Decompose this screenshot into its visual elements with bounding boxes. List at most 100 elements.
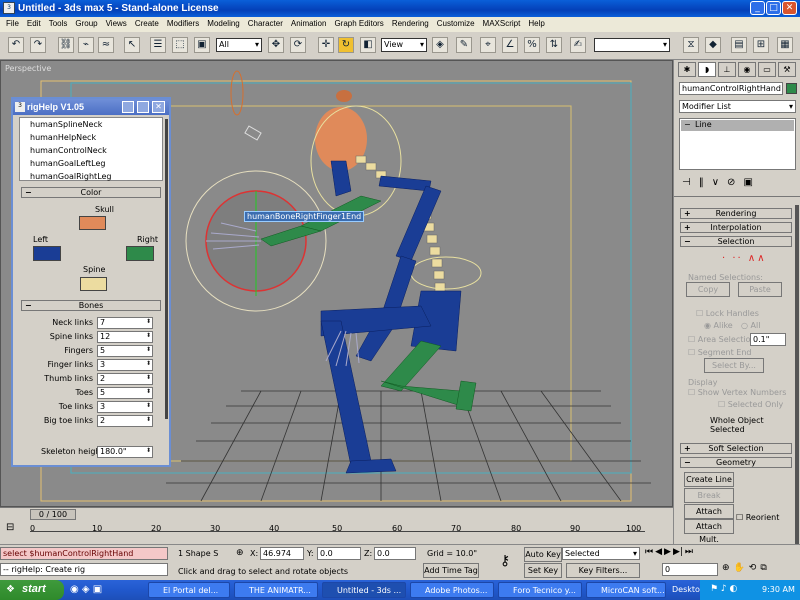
key-filters-button[interactable]: Key Filters... [566, 563, 640, 578]
reorient-checkbox[interactable]: ☐ Reorient [736, 513, 779, 522]
toes-spinner[interactable]: 5 ⬍ [97, 387, 153, 399]
select-rotate-icon[interactable]: ⟳ [290, 37, 306, 53]
thumb-links-spinner[interactable]: 2 ⬍ [97, 373, 153, 385]
menu-character[interactable]: Character [244, 17, 287, 32]
timeline-toggle-icon[interactable]: ⊟ [6, 522, 20, 536]
add-time-tag-button[interactable]: Add Time Tag [423, 563, 479, 578]
lock-selection-icon[interactable]: ⊕ [236, 548, 244, 558]
menu-group[interactable]: Group [71, 17, 101, 32]
copy-button[interactable]: Copy [686, 282, 730, 297]
select-object-icon[interactable]: ↖ [124, 37, 140, 53]
command-panel-scrollbar[interactable] [795, 205, 799, 545]
quick-launch-icons[interactable]: ◉ ◈ ▣ [70, 584, 102, 595]
subobject-icons[interactable]: · ·· ∧∧ [722, 253, 767, 264]
current-frame-field[interactable]: 0 [662, 563, 718, 576]
neck-links-spinner[interactable]: 7 ⬍ [97, 317, 153, 329]
taskbar-item[interactable]: THE ANIMATR... [234, 582, 318, 598]
play-icon[interactable]: ▶ [664, 547, 671, 561]
toe-links-spinner[interactable]: 3 ⬍ [97, 401, 153, 413]
bind-space-warp-icon[interactable]: ≈ [98, 37, 114, 53]
taskbar-item[interactable]: Foro Tecnico y... [498, 582, 582, 598]
next-frame-icon[interactable]: ▶| [673, 547, 683, 561]
alike-radio[interactable]: ◉ Alike [704, 321, 733, 330]
soft-selection-rollout-header[interactable]: + Soft Selection [680, 443, 792, 454]
taskbar-item[interactable]: El Portal del... [148, 582, 230, 598]
show-vertex-numbers-checkbox[interactable]: ☐ Show Vertex Numbers [688, 388, 786, 397]
menu-tools[interactable]: Tools [45, 17, 72, 32]
percent-snap-icon[interactable]: % [524, 37, 540, 53]
attach-mult-button[interactable]: Attach Mult. [684, 519, 734, 544]
move-icon[interactable]: ✛ [318, 37, 334, 53]
object-color-swatch[interactable] [786, 83, 797, 94]
named-selection-icon[interactable]: ✍ [570, 37, 586, 53]
menu-customize[interactable]: Customize [433, 17, 479, 32]
show-end-result-icon[interactable]: ‖ [699, 177, 704, 191]
list-item[interactable]: humanSplineNeck [30, 120, 102, 129]
maxscript-listener-line1[interactable]: select $humanControlRightHand [0, 547, 168, 560]
menu-maxscript[interactable]: MAXScript [479, 17, 525, 32]
pin-stack-icon[interactable]: ⊣ [682, 177, 691, 191]
interpolation-rollout-header[interactable]: + Interpolation [680, 222, 792, 233]
skull-color-swatch[interactable] [79, 216, 106, 230]
key-mode-dropdown[interactable]: Selected ▾ [562, 547, 640, 560]
configure-modifier-sets-icon[interactable]: ▣ [743, 177, 752, 191]
collapse-icon[interactable]: − [684, 120, 691, 129]
menu-graph-editors[interactable]: Graph Editors [330, 17, 387, 32]
menu-create[interactable]: Create [131, 17, 163, 32]
all-radio[interactable]: ○ All [741, 321, 760, 330]
make-unique-icon[interactable]: ∨ [712, 177, 719, 191]
undo-icon[interactable]: ↶ [8, 37, 24, 53]
area-selection-checkbox[interactable]: ☐ Area Selection: [688, 335, 758, 344]
menu-modifiers[interactable]: Modifiers [163, 17, 203, 32]
spine-color-swatch[interactable] [80, 277, 107, 291]
geometry-rollout-header[interactable]: − Geometry [680, 457, 792, 468]
set-key-button[interactable]: Set Key [524, 563, 562, 578]
list-item[interactable]: humanGoalLeftLeg [30, 159, 106, 168]
righelp-maximize-button[interactable] [137, 101, 149, 113]
menu-file[interactable]: File [2, 17, 23, 32]
area-selection-spinner[interactable]: 0.1" [750, 333, 786, 346]
object-name-field[interactable]: humanControlRightHand [679, 82, 783, 95]
track-view-icon[interactable]: ▤ [731, 37, 747, 53]
segment-end-checkbox[interactable]: ☐ Segment End [688, 348, 751, 357]
list-item[interactable]: humanControlNeck [30, 146, 107, 155]
list-item[interactable]: humanHelpNeck [30, 133, 96, 142]
go-to-start-icon[interactable]: ⏮ [645, 547, 653, 561]
reference-coordinate-dropdown[interactable]: View ▾ [381, 38, 427, 52]
attach-button[interactable]: Attach [684, 504, 734, 519]
create-line-button[interactable]: Create Line [684, 472, 734, 487]
scale-icon[interactable]: ◧ [360, 37, 376, 53]
go-to-end-icon[interactable]: ⏭ [685, 547, 693, 561]
minimize-button[interactable]: _ [750, 1, 765, 15]
mirror-icon[interactable]: ⧖ [683, 37, 699, 53]
modifier-list-dropdown[interactable]: Modifier List ▾ [679, 100, 796, 113]
paste-button[interactable]: Paste [738, 282, 782, 297]
unlink-icon[interactable]: ⌁ [78, 37, 94, 53]
menu-views[interactable]: Views [102, 17, 131, 32]
stack-item-line[interactable]: Line [681, 120, 794, 131]
window-crossing-icon[interactable]: ▣ [194, 37, 210, 53]
timeline-ruler[interactable]: 0 10 20 30 40 50 60 70 80 90 100 [30, 522, 645, 533]
maximize-button[interactable]: □ [766, 1, 781, 15]
x-coordinate-field[interactable]: 46.974 [260, 547, 304, 560]
righelp-object-list[interactable]: humanSplineNeck humanHelpNeck humanContr… [19, 117, 163, 181]
break-button[interactable]: Break [684, 488, 734, 503]
tray-icons[interactable]: ⚑ ♪ ◐ [710, 584, 737, 594]
schematic-view-icon[interactable]: ⊞ [753, 37, 769, 53]
menu-rendering[interactable]: Rendering [388, 17, 433, 32]
select-by-name-icon[interactable]: ☰ [150, 37, 166, 53]
previous-frame-icon[interactable]: ◀ [655, 547, 662, 561]
maximize-viewport-icon[interactable]: ⧉ [760, 563, 766, 577]
rendering-rollout-header[interactable]: + Rendering [680, 208, 792, 219]
taskbar-item[interactable]: Adobe Photos... [410, 582, 494, 598]
modifier-stack[interactable]: Line − [679, 118, 796, 170]
zoom-icon[interactable]: ⊕ [722, 563, 730, 577]
selected-only-checkbox[interactable]: ☐ Selected Only [718, 400, 783, 409]
pan-icon[interactable]: ✋ [734, 563, 745, 577]
finger-links-spinner[interactable]: 3 ⬍ [97, 359, 153, 371]
select-move-icon[interactable]: ✥ [268, 37, 284, 53]
select-manipulate-icon[interactable]: ✎ [456, 37, 472, 53]
snap-icon[interactable]: ⌖ [480, 37, 496, 53]
hierarchy-tab-icon[interactable]: ⊥ [718, 62, 736, 77]
display-tab-icon[interactable]: ▭ [758, 62, 776, 77]
